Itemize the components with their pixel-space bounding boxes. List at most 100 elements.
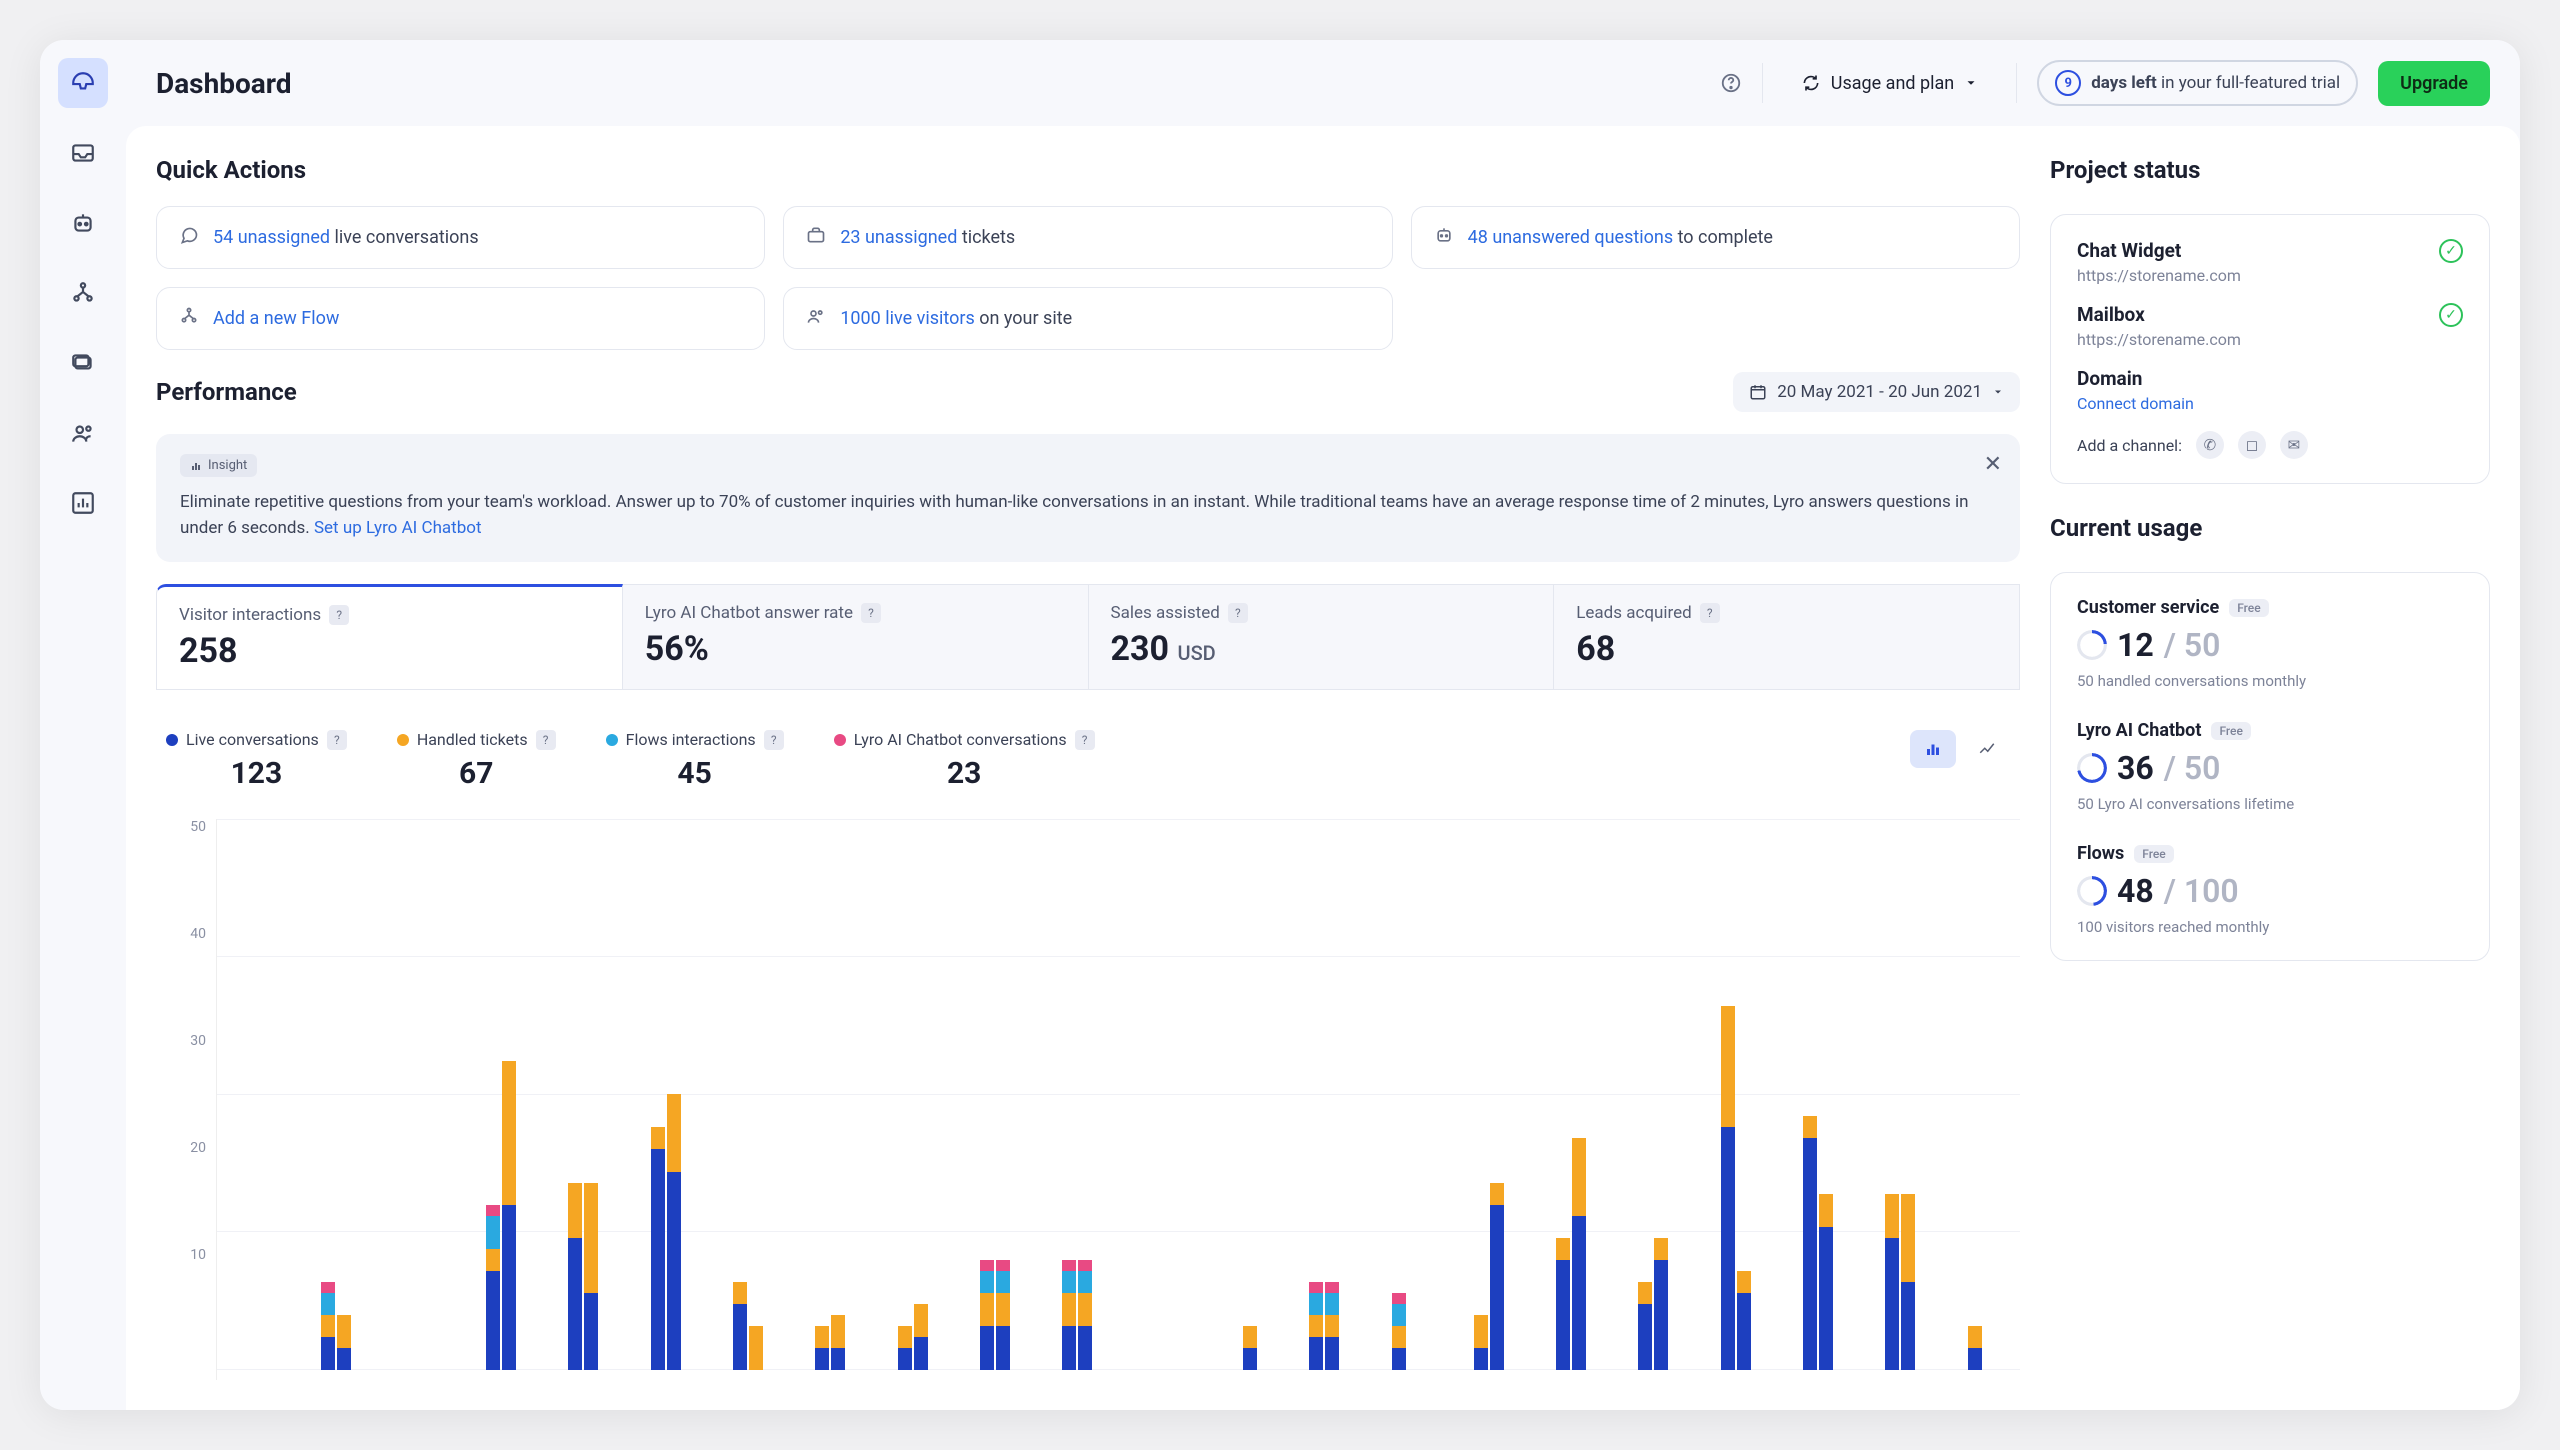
help-icon[interactable]: ? (327, 730, 347, 750)
bar[interactable] (996, 819, 1010, 1370)
bar[interactable] (651, 819, 665, 1370)
messages-icon (70, 350, 96, 376)
help-icon[interactable]: ? (1700, 603, 1720, 623)
check-icon: ✓ (2439, 239, 2463, 263)
bar[interactable] (1968, 819, 1982, 1370)
bar-segment (996, 1293, 1010, 1326)
sidebar-item-dashboard[interactable] (58, 58, 108, 108)
bar-group (1369, 819, 1443, 1370)
bar-segment (980, 1271, 994, 1293)
performance-tab[interactable]: Visitor interactions?258 (156, 584, 623, 689)
bar[interactable] (1145, 819, 1159, 1370)
bar[interactable] (1638, 819, 1652, 1370)
date-range-picker[interactable]: 20 May 2021 - 20 Jun 2021 (1733, 372, 2020, 412)
help-icon[interactable]: ? (861, 603, 881, 623)
quick-action-card[interactable]: 48 unanswered questions to complete (1411, 206, 2020, 269)
performance-tab[interactable]: Lyro AI Chatbot answer rate?56% (623, 584, 1089, 689)
bar[interactable] (1227, 819, 1241, 1370)
quick-action-card[interactable]: 23 unassigned tickets (783, 206, 1392, 269)
bar[interactable] (1161, 819, 1175, 1370)
bar[interactable] (980, 819, 994, 1370)
performance-tab[interactable]: Leads acquired?68 (1554, 584, 2020, 689)
insight-link[interactable]: Set up Lyro AI Chatbot (314, 518, 482, 538)
usage-plan-dropdown[interactable]: Usage and plan (1783, 73, 1996, 94)
instagram-icon[interactable]: ◻ (2238, 431, 2266, 459)
bar[interactable] (239, 819, 253, 1370)
bar[interactable] (815, 819, 829, 1370)
bar[interactable] (404, 819, 418, 1370)
current-usage-panel: Customer serviceFree12/ 5050 handled con… (2050, 572, 2490, 961)
bar[interactable] (1737, 819, 1751, 1370)
bar[interactable] (1984, 819, 1998, 1370)
bar-group (711, 819, 785, 1370)
quick-action-card[interactable]: Add a new Flow (156, 287, 765, 350)
bar[interactable] (1078, 819, 1092, 1370)
sidebar-item-messages[interactable] (58, 338, 108, 388)
sidebar-item-analytics[interactable] (58, 478, 108, 528)
help-icon[interactable]: ? (1228, 603, 1248, 623)
project-status-title: Project status (2050, 156, 2490, 184)
bar[interactable] (1062, 819, 1076, 1370)
bar[interactable] (337, 819, 351, 1370)
upgrade-button[interactable]: Upgrade (2378, 61, 2490, 106)
bar-segment (1474, 1348, 1488, 1370)
bar-segment (667, 1094, 681, 1171)
sidebar-item-chatbot[interactable] (58, 198, 108, 248)
close-icon[interactable]: ✕ (1984, 452, 2002, 477)
bar[interactable] (1392, 819, 1406, 1370)
bar-segment (568, 1183, 582, 1238)
quick-action-card[interactable]: 54 unassigned live conversations (156, 206, 765, 269)
bar[interactable] (1572, 819, 1586, 1370)
bar[interactable] (667, 819, 681, 1370)
bar[interactable] (321, 819, 335, 1370)
bar-segment (1062, 1293, 1076, 1326)
performance-tab[interactable]: Sales assisted?230 USD (1089, 584, 1555, 689)
help-icon[interactable]: ? (329, 605, 349, 625)
bar[interactable] (420, 819, 434, 1370)
bar[interactable] (733, 819, 747, 1370)
bar[interactable] (1325, 819, 1339, 1370)
bar-segment (1392, 1304, 1406, 1326)
sidebar-item-inbox[interactable] (58, 128, 108, 178)
status-link[interactable]: Connect domain (2077, 394, 2194, 413)
bar[interactable] (1819, 819, 1833, 1370)
bar[interactable] (1654, 819, 1668, 1370)
check-icon: ✓ (2439, 303, 2463, 327)
bar[interactable] (1309, 819, 1323, 1370)
bar[interactable] (1474, 819, 1488, 1370)
bar[interactable] (486, 819, 500, 1370)
bar[interactable] (502, 819, 516, 1370)
bar[interactable] (1243, 819, 1257, 1370)
bar[interactable] (1721, 819, 1735, 1370)
bar[interactable] (1408, 819, 1422, 1370)
bar[interactable] (914, 819, 928, 1370)
bar[interactable] (831, 819, 845, 1370)
bar[interactable] (898, 819, 912, 1370)
bar-chart-toggle[interactable] (1910, 730, 1956, 768)
bar[interactable] (749, 819, 763, 1370)
bar[interactable] (1885, 819, 1899, 1370)
sidebar-item-flows[interactable] (58, 268, 108, 318)
bar[interactable] (255, 819, 269, 1370)
whatsapp-icon[interactable]: ✆ (2196, 431, 2224, 459)
messenger-icon[interactable]: ✉ (2280, 431, 2308, 459)
help-icon[interactable]: ? (536, 730, 556, 750)
line-chart-toggle[interactable] (1964, 730, 2010, 768)
help-icon[interactable] (1720, 72, 1742, 94)
bar-segment (996, 1271, 1010, 1293)
bar[interactable] (1803, 819, 1817, 1370)
help-icon[interactable]: ? (1075, 730, 1095, 750)
bar[interactable] (1556, 819, 1570, 1370)
topbar: Dashboard Usage and plan 9 days left in … (126, 40, 2520, 126)
quick-actions-grid: 54 unassigned live conversations 23 unass… (156, 206, 2020, 350)
usage-note: 50 Lyro AI conversations lifetime (2077, 795, 2463, 813)
bar[interactable] (584, 819, 598, 1370)
sidebar-item-contacts[interactable] (58, 408, 108, 458)
bar[interactable] (1901, 819, 1915, 1370)
quick-action-card[interactable]: 1000 live visitors on your site (783, 287, 1392, 350)
bar[interactable] (1490, 819, 1504, 1370)
help-icon[interactable]: ? (764, 730, 784, 750)
bar-segment (1638, 1282, 1652, 1304)
divider (2016, 63, 2017, 103)
bar[interactable] (568, 819, 582, 1370)
